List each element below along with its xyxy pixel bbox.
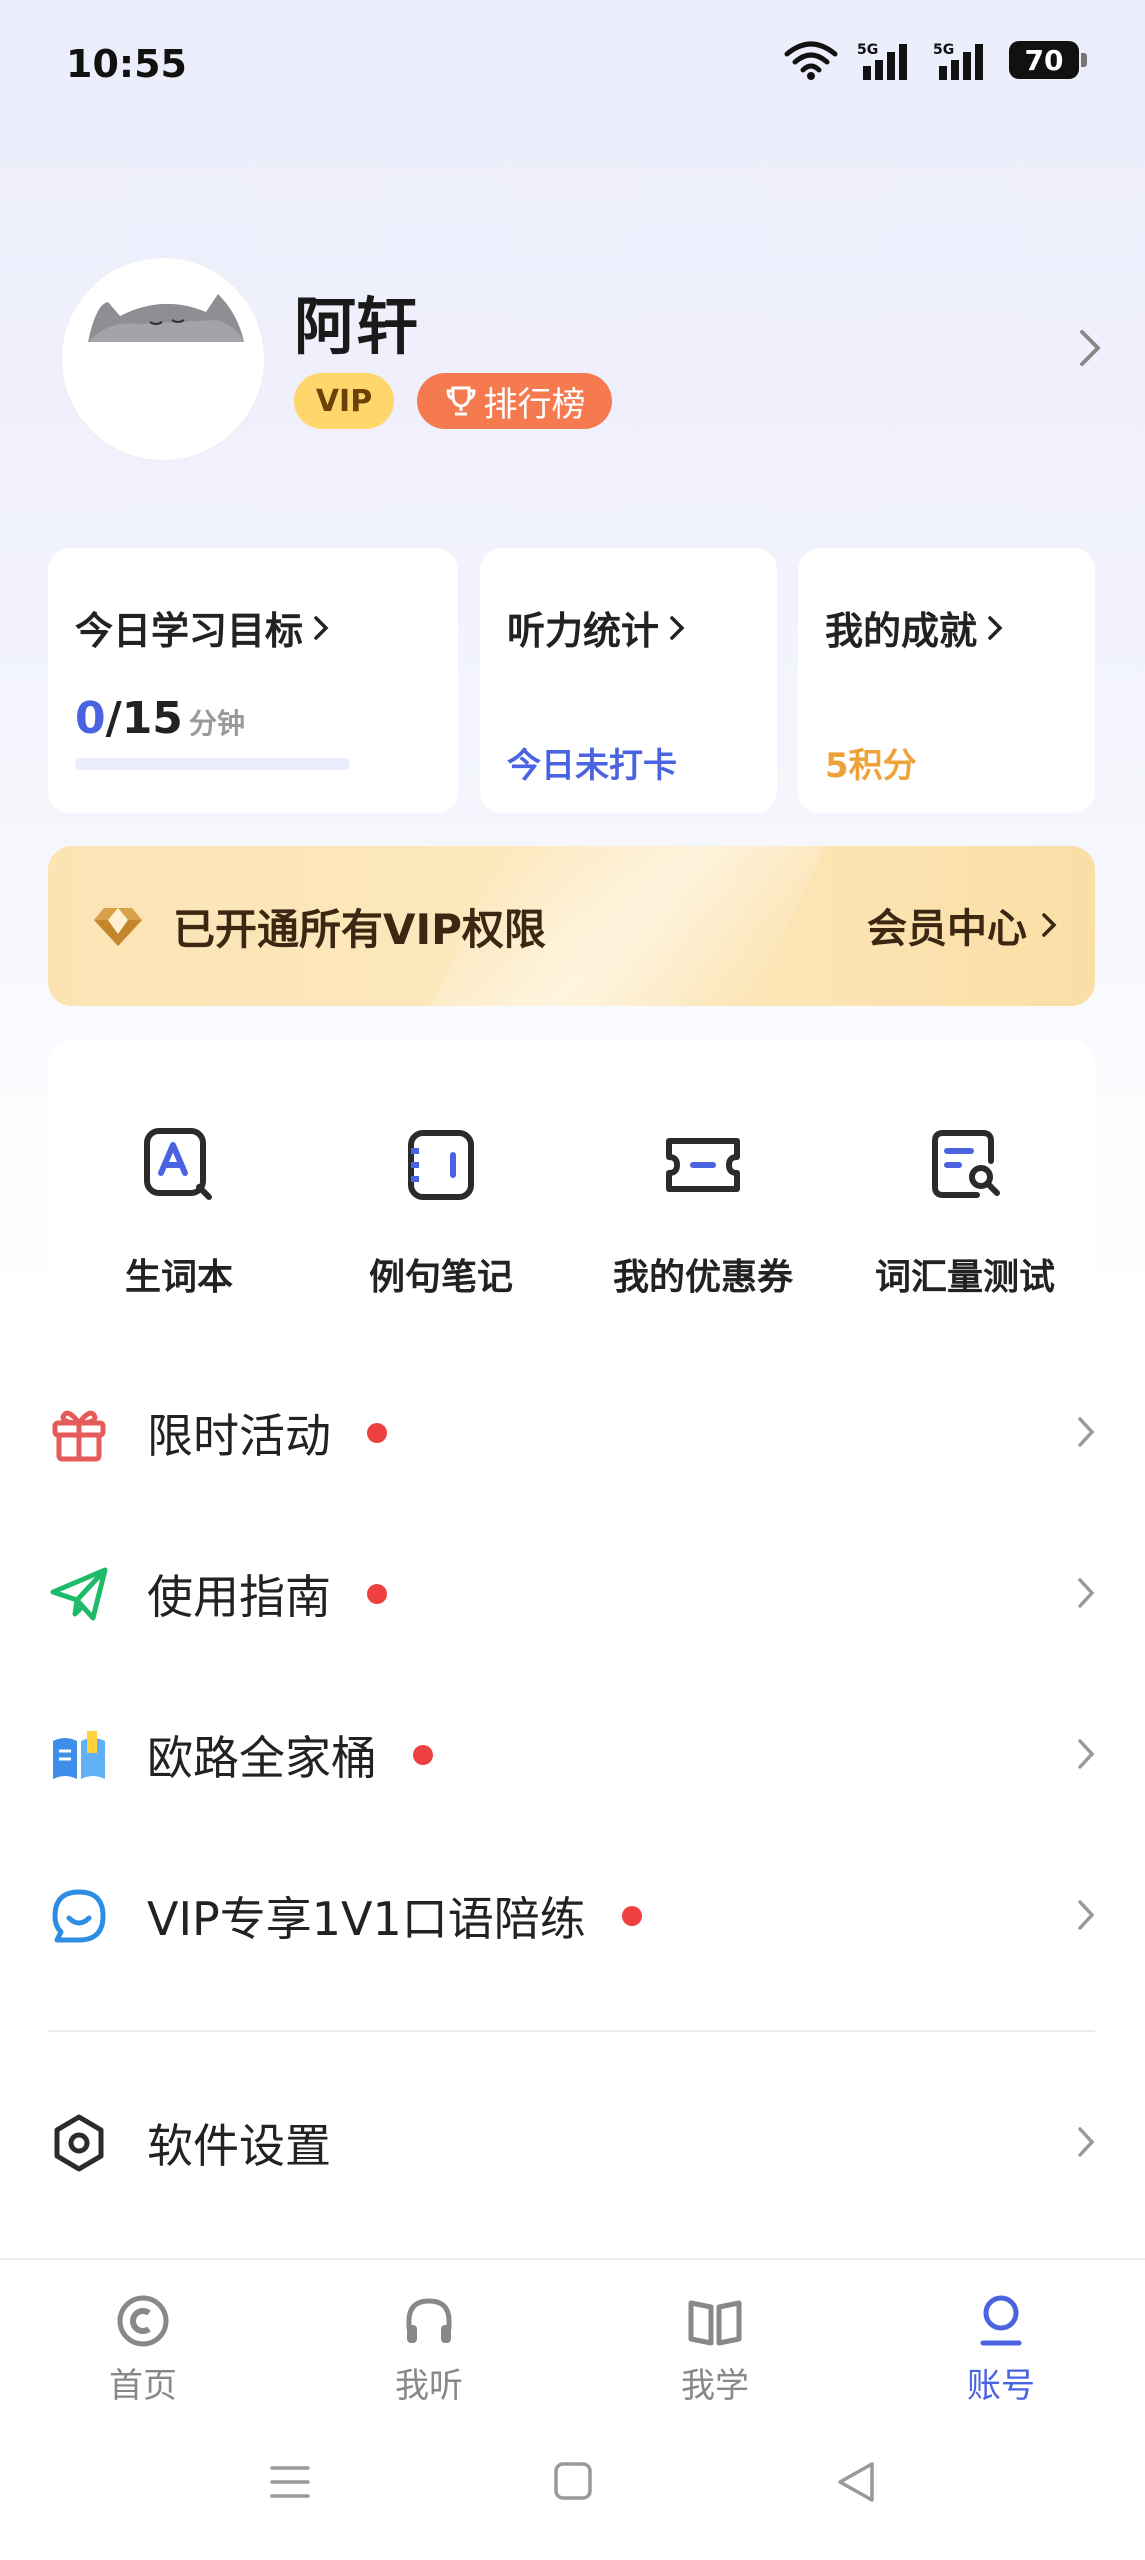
daily-goal-card[interactable]: 今日学习目标 0/15 分钟 (48, 548, 458, 813)
svg-text:5G: 5G (933, 42, 954, 58)
headphones-icon (406, 2298, 452, 2343)
achievement-card[interactable]: 我的成就 5积分 (798, 548, 1095, 813)
leaderboard-button[interactable]: 排行榜 (417, 373, 612, 429)
vocabulary-book-icon (144, 1128, 212, 1200)
status-bar: 10:55 5G 5G 70 (0, 0, 1145, 135)
tool-label: 生词本 (124, 1257, 233, 1298)
chevron-right-icon (1078, 1417, 1095, 1447)
svg-text:5G: 5G (857, 42, 878, 58)
cat-avatar-icon (68, 294, 258, 454)
menu-icon[interactable] (268, 2460, 312, 2504)
account-icon (980, 2295, 1022, 2346)
bottom-nav: 首页 我听 我学 账号 (0, 2258, 1145, 2407)
home-icon (117, 2295, 169, 2347)
achievement-title: 我的成就 (825, 609, 978, 653)
wifi-icon (784, 41, 838, 80)
home-square-icon[interactable] (552, 2460, 594, 2502)
chevron-right-icon (1078, 1900, 1095, 1930)
vip-status-text: 已开通所有VIP权限 (173, 905, 546, 954)
back-triangle-icon[interactable] (834, 2460, 876, 2504)
notification-dot (367, 1584, 387, 1604)
username: 阿轩 (294, 290, 419, 363)
nav-label: 我听 (395, 2366, 463, 2406)
chevron-right-icon (314, 615, 329, 640)
system-nav-bar (0, 2420, 1145, 2560)
nav-label: 我学 (681, 2366, 749, 2406)
chevron-right-icon (1078, 2127, 1095, 2157)
battery-level: 70 (1024, 43, 1064, 77)
leaderboard-label: 排行榜 (483, 384, 586, 425)
chevron-right-icon[interactable] (1078, 328, 1102, 368)
chevron-right-icon (988, 615, 1003, 640)
member-center-label: 会员中心 (867, 906, 1027, 952)
diamond-icon (94, 908, 142, 946)
menu-item-label: VIP专享1V1口语陪练 (147, 1892, 586, 1946)
coupon-icon (666, 1138, 740, 1192)
menu-item-label: 软件设置 (147, 2119, 331, 2173)
tools-panel: 生词本 例句笔记 我的优惠券 词汇量测试 (48, 1040, 1095, 1310)
notification-dot (413, 1745, 433, 1765)
listening-stats-card[interactable]: 听力统计 今日未打卡 (480, 548, 777, 813)
trophy-icon (445, 386, 476, 416)
nav-listen[interactable]: 我听 (329, 2290, 529, 2407)
nav-label: 账号 (967, 2366, 1035, 2406)
gift-icon (52, 1410, 106, 1462)
notification-dot (621, 1906, 642, 1926)
nav-label: 首页 (109, 2366, 177, 2406)
menu-item-label: 限时活动 (147, 1409, 331, 1463)
vip-banner[interactable]: 已开通所有VIP权限 会员中心 (48, 846, 1095, 1006)
tool-label: 例句笔记 (368, 1257, 513, 1298)
open-book-icon (688, 2300, 742, 2346)
paper-plane-icon (50, 1567, 108, 1621)
goal-unit: 分钟 (188, 707, 245, 740)
signal-icon-2: 5G (933, 42, 983, 80)
avatar[interactable] (62, 258, 264, 460)
menu-item-vip-speaking[interactable]: VIP专享1V1口语陪练 (48, 1861, 1095, 1971)
chevron-right-icon (1078, 1739, 1095, 1769)
menu-item-user-guide[interactable]: 使用指南 (48, 1539, 1095, 1649)
sentence-notes-icon (408, 1130, 474, 1200)
menu-item-label: 使用指南 (147, 1570, 331, 1624)
tool-sentence-notes[interactable]: 例句笔记 (310, 1120, 572, 1300)
goal-total: /15 (105, 693, 183, 744)
menu-item-eudic-suite[interactable]: 欧路全家桶 (48, 1700, 1095, 1810)
menu-item-settings[interactable]: 软件设置 (48, 2088, 1095, 2198)
chevron-right-icon (1042, 913, 1057, 937)
goal-current: 0 (75, 693, 106, 744)
nav-account[interactable]: 账号 (901, 2290, 1101, 2407)
tool-vocabulary-test[interactable]: 词汇量测试 (834, 1120, 1096, 1300)
menu-item-limited-events[interactable]: 限时活动 (48, 1378, 1095, 1488)
nav-home[interactable]: 首页 (43, 2290, 243, 2407)
tool-label: 我的优惠券 (612, 1257, 793, 1298)
tool-label: 词汇量测试 (874, 1257, 1055, 1298)
divider (48, 2030, 1095, 2032)
chevron-right-icon (1078, 1578, 1095, 1608)
chevron-right-icon (670, 615, 685, 640)
notification-dot (367, 1423, 387, 1443)
chat-bubble-icon (52, 1889, 106, 1943)
profile-header[interactable]: 阿轩 VIP 排行榜 (62, 258, 1102, 460)
signal-icon: 5G (857, 42, 907, 80)
tool-coupons[interactable]: 我的优惠券 (572, 1120, 834, 1300)
listening-title: 听力统计 (507, 609, 660, 653)
tool-vocabulary-book[interactable]: 生词本 (48, 1120, 310, 1300)
daily-goal-title: 今日学习目标 (75, 609, 304, 653)
book-bundle-icon (53, 1731, 105, 1779)
status-time: 10:55 (66, 42, 187, 86)
member-center-link[interactable]: 会员中心 (867, 896, 1057, 954)
vocabulary-test-icon (932, 1130, 1000, 1198)
achievement-points: 5积分 (825, 746, 917, 786)
nav-learn[interactable]: 我学 (615, 2290, 815, 2407)
listening-status: 今日未打卡 (507, 746, 677, 786)
battery-icon: 70 (1009, 41, 1087, 79)
settings-icon (54, 2114, 104, 2172)
vip-badge: VIP (294, 373, 394, 429)
daily-goal-value: 0/15 分钟 (75, 693, 245, 744)
menu-item-label: 欧路全家桶 (147, 1731, 377, 1785)
goal-progress-bar (75, 758, 350, 770)
